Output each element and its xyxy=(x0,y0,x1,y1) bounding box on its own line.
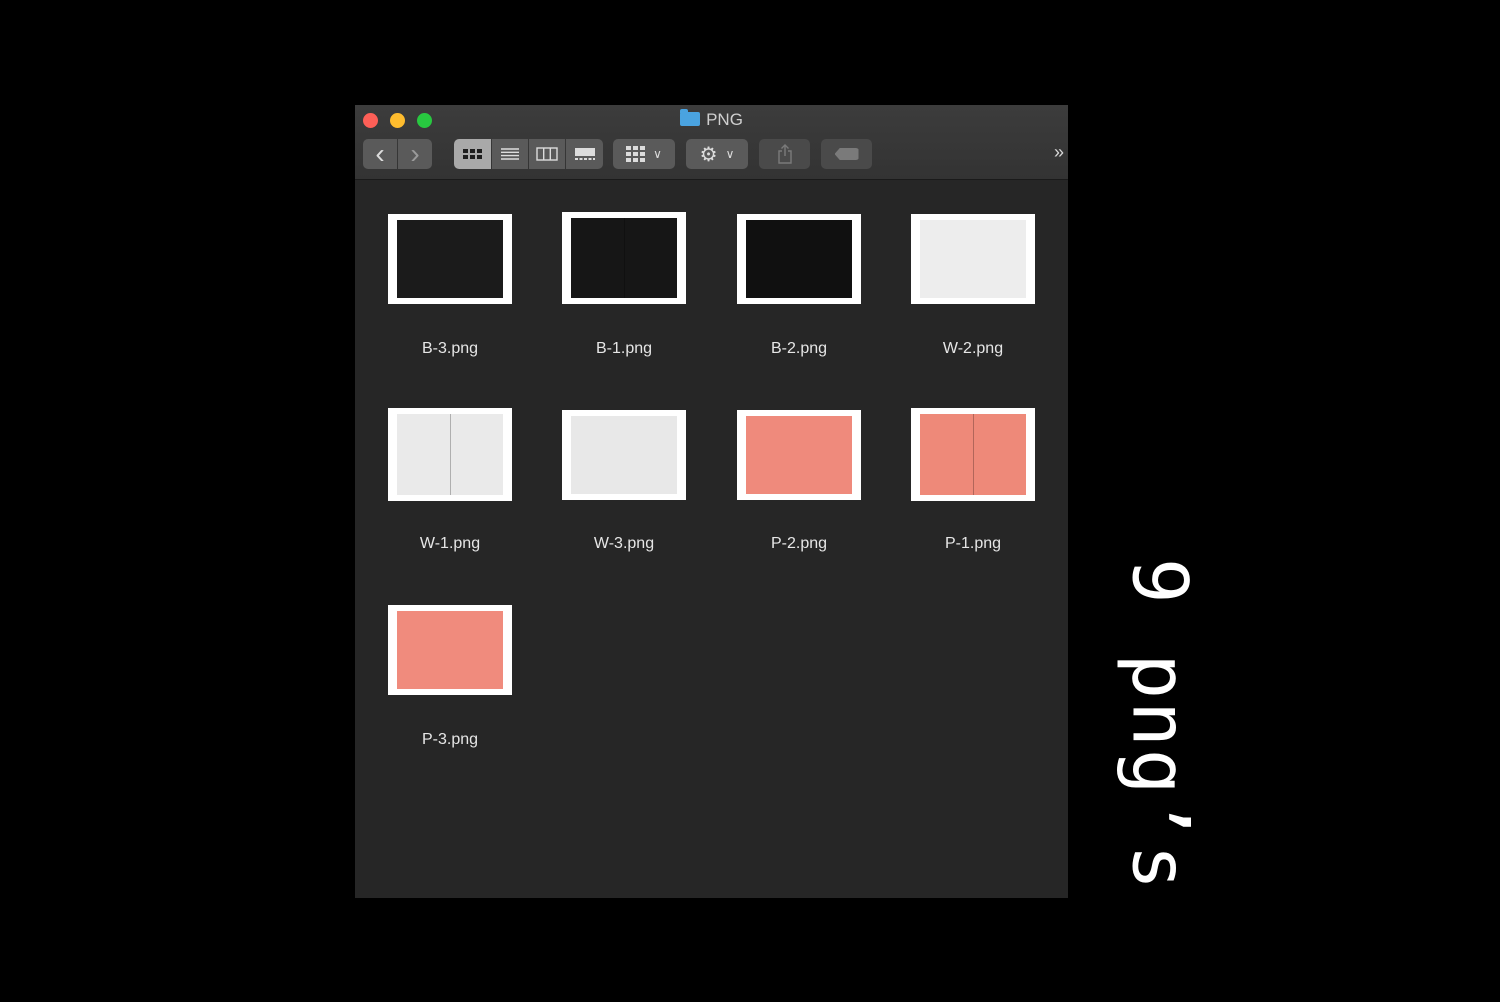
page-preview xyxy=(397,611,503,689)
page-preview xyxy=(397,414,503,495)
file-name: B-3.png xyxy=(421,340,479,357)
group-grid-icon xyxy=(626,146,646,162)
column-view-button[interactable] xyxy=(529,139,565,169)
file-thumbnail xyxy=(562,410,686,500)
file-thumbnail xyxy=(388,605,512,695)
icon-grid-icon xyxy=(463,149,482,159)
file-name: P-2.png xyxy=(770,535,828,552)
share-icon xyxy=(777,144,792,164)
file-name: P-3.png xyxy=(421,731,479,748)
file-thumbnail xyxy=(737,214,861,304)
file-thumbnail xyxy=(911,214,1035,304)
file-name: W-1.png xyxy=(419,535,481,552)
group-by-dropdown[interactable]: ∨ xyxy=(613,139,675,169)
gallery-icon xyxy=(574,148,595,160)
folder-icon xyxy=(680,109,701,126)
page-preview xyxy=(571,218,677,298)
file-name: W-3.png xyxy=(593,535,655,552)
page-preview xyxy=(571,416,677,494)
file-name: P-1.png xyxy=(944,535,1002,552)
list-icon xyxy=(501,148,519,160)
chevron-left-icon: ‹ xyxy=(375,138,385,169)
share-button[interactable] xyxy=(759,139,810,169)
page-preview xyxy=(920,220,1026,298)
page-preview xyxy=(397,220,503,298)
forward-button[interactable]: › xyxy=(398,139,432,169)
list-view-button[interactable] xyxy=(492,139,528,169)
caption-text: 9 png’s xyxy=(1115,557,1205,893)
columns-icon xyxy=(536,147,558,161)
chevron-right-icon: › xyxy=(410,138,420,169)
finder-window: PNG ‹ › ∨ ⚙ ∨ » B-3.png B-1.png B-2.png … xyxy=(355,105,1068,898)
tag-icon xyxy=(834,148,859,160)
toolbar-overflow-button[interactable]: » xyxy=(1054,142,1064,163)
icon-view-button[interactable] xyxy=(454,139,491,169)
page-preview xyxy=(746,220,852,298)
page-preview xyxy=(746,416,852,494)
chevron-down-icon: ∨ xyxy=(653,147,662,161)
window-title-text: PNG xyxy=(706,110,743,129)
file-thumbnail xyxy=(737,410,861,500)
side-caption: 9 png’s xyxy=(1116,550,1205,900)
file-thumbnail xyxy=(388,214,512,304)
tags-button[interactable] xyxy=(821,139,872,169)
file-thumbnail xyxy=(562,212,686,304)
window-title: PNG xyxy=(355,109,1068,130)
titlebar: PNG ‹ › ∨ ⚙ ∨ » xyxy=(355,105,1068,180)
back-button[interactable]: ‹ xyxy=(363,139,397,169)
gear-icon: ⚙ xyxy=(699,143,718,166)
chevron-down-icon: ∨ xyxy=(725,147,735,161)
page-preview xyxy=(920,414,1026,495)
file-name: B-2.png xyxy=(770,340,828,357)
file-thumbnail xyxy=(911,408,1035,501)
gallery-view-button[interactable] xyxy=(566,139,603,169)
action-menu-button[interactable]: ⚙ ∨ xyxy=(686,139,748,169)
file-name: W-2.png xyxy=(942,340,1004,357)
file-name: B-1.png xyxy=(595,340,653,357)
file-thumbnail xyxy=(388,408,512,501)
